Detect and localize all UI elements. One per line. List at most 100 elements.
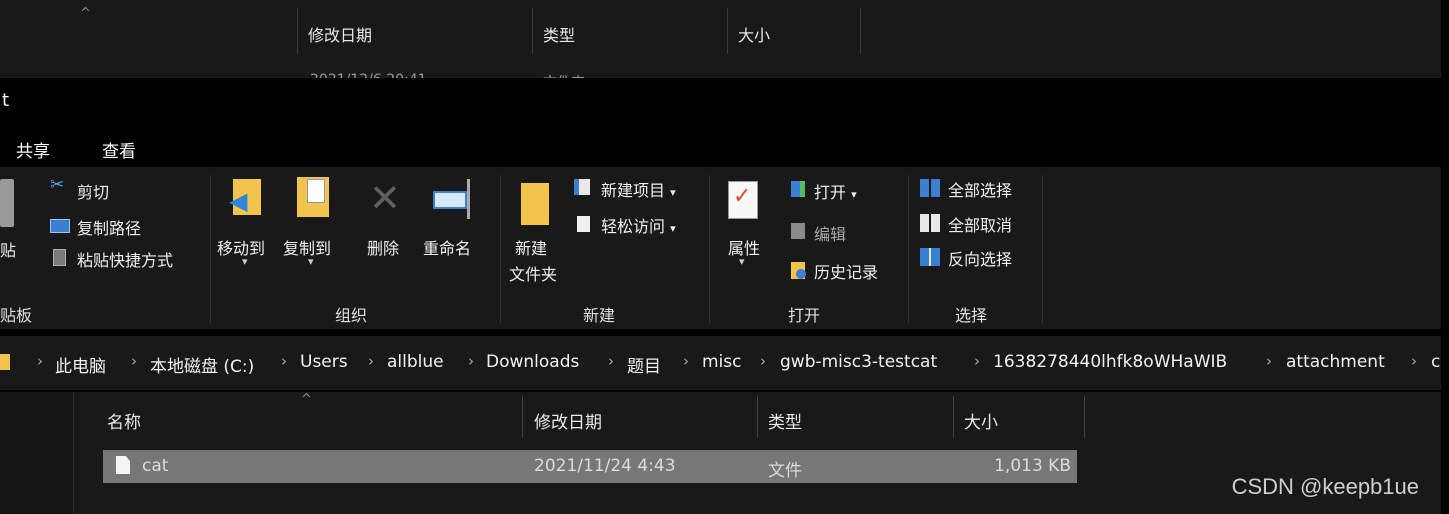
copy-path-button[interactable]: 复制路径	[77, 215, 141, 239]
clipboard-group-label: 贴板	[0, 306, 33, 325]
open-icon	[791, 181, 805, 197]
file-icon	[116, 456, 130, 474]
select-all-icon	[920, 179, 940, 197]
breadcrumb-item[interactable]: Downloads	[486, 352, 579, 372]
select-none-button[interactable]: 全部取消	[948, 212, 1012, 236]
invert-selection-icon	[920, 248, 940, 266]
paste-shortcut-button[interactable]: 粘贴快捷方式	[77, 247, 173, 271]
navigation-pane[interactable]	[0, 392, 74, 514]
breadcrumb-item[interactable]: 此电脑	[55, 352, 106, 377]
new-folder-button[interactable]: 新建 文件夹	[509, 173, 565, 293]
delete-button[interactable]: ✕ 删除	[361, 173, 411, 273]
open-group: ✓ 属性 ▾ 打开 ▾ 编辑 历史记录 打开	[710, 167, 908, 329]
file-name: cat	[142, 456, 169, 476]
properties-button[interactable]: ✓ 属性 ▾	[722, 173, 778, 283]
table-row[interactable]: cat 2021/11/24 4:43 文件 1,013 KB	[103, 450, 1077, 483]
easy-access-icon	[577, 216, 590, 232]
chevron-right-icon[interactable]: ›	[281, 352, 287, 370]
tab-view[interactable]: 查看	[102, 137, 136, 162]
copy-to-button[interactable]: 复制到 ▾	[281, 173, 343, 273]
dropdown-icon: ▾	[308, 255, 314, 268]
bg-column-size[interactable]: 大小	[738, 22, 770, 46]
dropdown-icon: ▾	[851, 188, 857, 201]
history-button[interactable]: 历史记录	[814, 259, 878, 283]
file-date: 2021/11/24 4:43	[534, 456, 676, 476]
paste-icon	[0, 179, 14, 227]
clipboard-group: 贴 ✂ 剪切 复制路径 粘贴快捷方式 贴板	[0, 167, 210, 329]
bg-row-type: 文件夹	[543, 72, 585, 78]
column-header-type[interactable]: 类型	[768, 408, 802, 433]
rename-button[interactable]: 重命名	[421, 173, 489, 273]
bg-column-date[interactable]: 修改日期	[308, 22, 372, 46]
delete-x-icon: ✕	[369, 176, 401, 220]
bg-row-date: 2021/12/6 20:41	[310, 72, 427, 78]
breadcrumb-item[interactable]: allblue	[387, 352, 444, 372]
column-divider[interactable]	[757, 396, 758, 438]
delete-label: 删除	[367, 239, 400, 258]
breadcrumb-item[interactable]: Users	[300, 352, 348, 372]
breadcrumb-item[interactable]: 题目	[627, 352, 661, 377]
easy-access-button[interactable]: 轻松访问 ▾	[601, 213, 676, 237]
paste-button[interactable]: 贴	[0, 237, 16, 261]
select-all-button[interactable]: 全部选择	[948, 177, 1012, 201]
properties-icon: ✓	[728, 181, 758, 219]
breadcrumb-item[interactable]: misc	[702, 352, 742, 372]
sort-caret-icon: ^	[301, 392, 312, 407]
copy-to-label: 复制到	[283, 239, 332, 258]
move-to-button[interactable]: ◀ 移动到 ▾	[215, 173, 277, 273]
column-header-size[interactable]: 大小	[964, 408, 998, 433]
column-divider	[297, 8, 298, 54]
chevron-right-icon[interactable]: ›	[683, 352, 689, 370]
chevron-right-icon[interactable]: ›	[1411, 352, 1417, 370]
new-group: 新建 文件夹 新建项目 ▾ 轻松访问 ▾ 新建	[501, 167, 709, 329]
dropdown-icon: ▾	[670, 186, 676, 199]
easy-access-label: 轻松访问	[601, 217, 666, 236]
chevron-right-icon[interactable]: ›	[974, 352, 980, 370]
breadcrumb-item[interactable]: c	[1431, 352, 1440, 372]
chevron-right-icon[interactable]: ›	[760, 352, 766, 370]
chevron-right-icon[interactable]: ›	[1266, 352, 1272, 370]
background-window: ^ 修改日期 类型 大小 2021/12/6 20:41 文件夹	[0, 0, 1441, 78]
chevron-right-icon[interactable]: ›	[131, 352, 137, 370]
column-divider	[860, 8, 861, 54]
column-header-date[interactable]: 修改日期	[534, 408, 602, 433]
column-header-name[interactable]: 名称	[107, 408, 141, 433]
invert-selection-button[interactable]: 反向选择	[948, 246, 1012, 270]
column-divider[interactable]	[953, 396, 954, 438]
column-divider[interactable]	[1084, 396, 1085, 438]
new-folder-label-1: 新建	[515, 239, 548, 258]
open-label: 打开	[814, 183, 847, 202]
chevron-right-icon[interactable]: ›	[608, 352, 614, 370]
ribbon: 贴 ✂ 剪切 复制路径 粘贴快捷方式 贴板 ◀ 移动到 ▾ 复制到 ▾ ✕ 删除	[0, 167, 1441, 329]
move-to-label: 移动到	[217, 239, 266, 258]
bg-column-type[interactable]: 类型	[543, 22, 575, 46]
paste-shortcut-icon	[53, 249, 66, 266]
copy-to-icon	[297, 177, 329, 217]
new-item-button[interactable]: 新建项目 ▾	[601, 177, 676, 201]
arrow-left-icon: ◀	[229, 187, 248, 215]
sort-caret-icon: ^	[80, 6, 91, 21]
organize-group-label: 组织	[335, 306, 368, 325]
breadcrumb-item[interactable]: 本地磁盘 (C:)	[150, 352, 254, 377]
folder-icon	[0, 354, 10, 370]
breadcrumb-item[interactable]: attachment	[1286, 352, 1385, 372]
dropdown-icon: ▾	[242, 255, 248, 268]
cut-button[interactable]: 剪切	[77, 179, 109, 203]
history-icon	[791, 262, 806, 279]
edit-button[interactable]: 编辑	[814, 221, 846, 245]
edit-icon	[791, 223, 805, 239]
ribbon-divider	[1042, 175, 1043, 323]
chevron-right-icon[interactable]: ›	[368, 352, 374, 370]
breadcrumb-item[interactable]: gwb-misc3-testcat	[780, 352, 937, 372]
chevron-right-icon[interactable]: ›	[37, 352, 43, 370]
breadcrumb-item[interactable]: 1638278440lhfk8oWHaWIB	[993, 352, 1227, 372]
column-divider[interactable]	[522, 396, 523, 438]
open-button[interactable]: 打开 ▾	[814, 179, 857, 203]
select-group: 全部选择 全部取消 反向选择 选择	[909, 167, 1043, 329]
chevron-right-icon[interactable]: ›	[468, 352, 474, 370]
file-list: ^ 名称 修改日期 类型 大小 cat 2021/11/24 4:43 文件 1…	[0, 392, 1441, 514]
tab-share[interactable]: 共享	[16, 137, 50, 162]
address-bar[interactable]: › 此电脑 › 本地磁盘 (C:) › Users › allblue › Downloads › 题…	[0, 336, 1441, 390]
scissors-icon: ✂	[50, 175, 65, 195]
file-size: 1,013 KB	[994, 456, 1071, 476]
